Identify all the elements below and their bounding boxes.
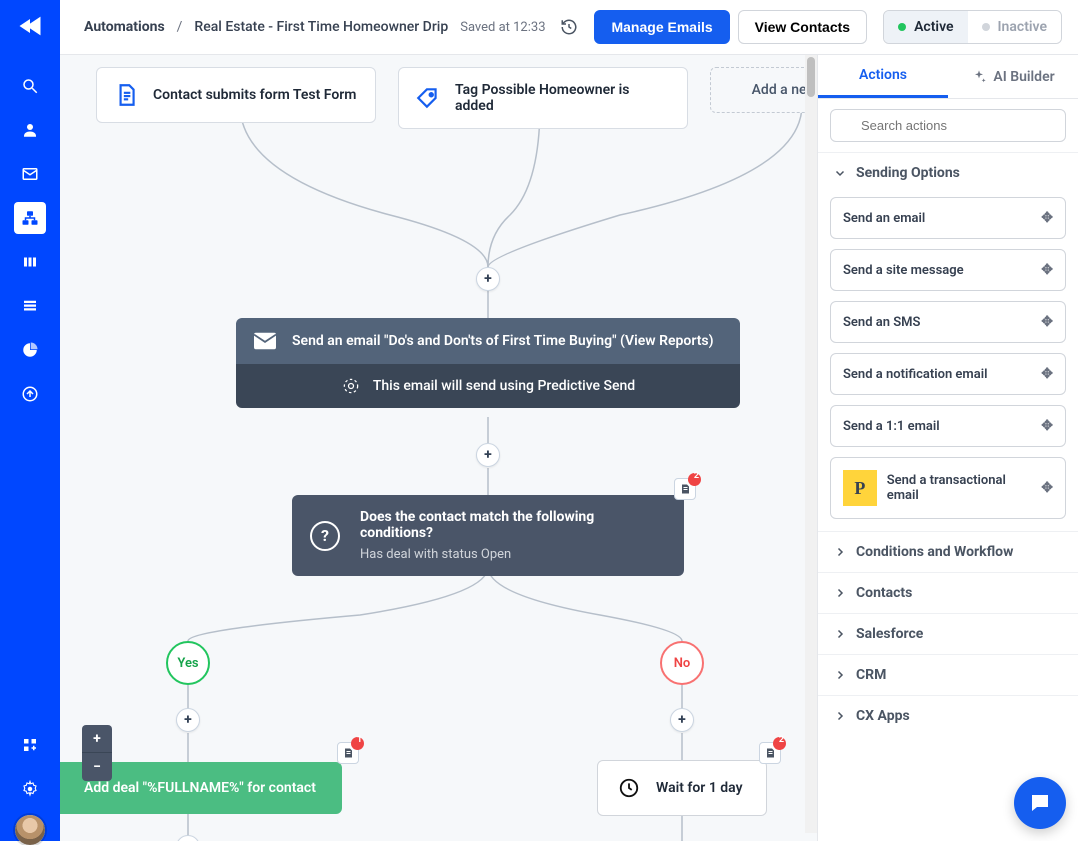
chevron-right-icon (834, 587, 846, 599)
automation-canvas[interactable]: Contact submits form Test Form Tag Possi… (60, 55, 817, 841)
section-salesforce[interactable]: Salesforce (818, 614, 1078, 654)
note-badge[interactable]: 2 (674, 478, 696, 500)
action-send-notification[interactable]: Send a notification email✥ (830, 353, 1066, 395)
section-cx-apps[interactable]: CX Apps (818, 696, 1078, 736)
history-icon[interactable] (560, 18, 578, 36)
question-icon: ? (310, 521, 340, 551)
section-contacts[interactable]: Contacts (818, 573, 1078, 613)
action-send-transactional[interactable]: PSend a transactional email ✥ (830, 457, 1066, 519)
chevron-right-icon (834, 546, 846, 558)
action-send-one-to-one[interactable]: Send a 1:1 email✥ (830, 405, 1066, 447)
zoom-controls: + − (82, 725, 112, 781)
predictive-label: This email will send using Predictive Se… (373, 378, 635, 394)
nav-upload-icon[interactable] (14, 378, 46, 410)
trigger-tag-card[interactable]: Tag Possible Homeowner is added (398, 67, 688, 129)
nav-reports-icon[interactable] (14, 334, 46, 366)
status-inactive[interactable]: Inactive (968, 11, 1061, 43)
condition-block[interactable]: ? Does the contact match the following c… (292, 495, 684, 576)
nav-settings-icon[interactable] (14, 773, 46, 805)
add-trigger-card[interactable]: Add a nev (710, 67, 817, 113)
drag-handle-icon: ✥ (1041, 262, 1053, 278)
wait-block[interactable]: Wait for 1 day (597, 760, 767, 816)
note-badge[interactable]: 2 (759, 742, 781, 764)
wait-label: Wait for 1 day (656, 780, 743, 796)
saved-text: Saved at 12:33 (460, 20, 545, 35)
add-step-plus[interactable]: + (476, 443, 500, 467)
tag-icon (415, 85, 441, 111)
decision-yes[interactable]: Yes (166, 641, 210, 685)
add-deal-label: Add deal "%FULLNAME%" for contact (84, 780, 316, 796)
chat-fab[interactable] (1014, 777, 1066, 829)
breadcrumb-root[interactable]: Automations (84, 19, 165, 35)
condition-sub: Has deal with status Open (360, 547, 666, 562)
zoom-out-button[interactable]: − (82, 753, 112, 781)
mail-icon (254, 332, 276, 350)
nav-deals-icon[interactable] (14, 246, 46, 278)
note-badge[interactable]: 1 (337, 742, 359, 764)
tab-ai-builder[interactable]: AI Builder (948, 55, 1078, 98)
action-send-site-message[interactable]: Send a site message✥ (830, 249, 1066, 291)
action-send-sms[interactable]: Send an SMS✥ (830, 301, 1066, 343)
nav-search-icon[interactable] (14, 70, 46, 102)
trigger-form-card[interactable]: Contact submits form Test Form (96, 67, 376, 123)
manage-emails-button[interactable]: Manage Emails (594, 10, 729, 44)
nav-apps-icon[interactable] (14, 729, 46, 761)
canvas-scrollbar[interactable] (805, 55, 817, 833)
decision-no[interactable]: No (660, 641, 704, 685)
condition-title: Does the contact match the following con… (360, 509, 666, 541)
section-crm[interactable]: CRM (818, 655, 1078, 695)
section-conditions[interactable]: Conditions and Workflow (818, 532, 1078, 572)
trigger-form-label: Contact submits form Test Form (153, 87, 356, 103)
chevron-right-icon (834, 669, 846, 681)
search-actions-input[interactable] (830, 109, 1066, 142)
breadcrumb-sep: / (177, 19, 183, 35)
drag-handle-icon: ✥ (1041, 480, 1053, 496)
send-email-label: Send an email "Do's and Don'ts of First … (292, 333, 714, 349)
drag-handle-icon: ✥ (1041, 210, 1053, 226)
actions-panel: Actions AI Builder Sending Options (817, 55, 1078, 841)
drag-handle-icon: ✥ (1041, 314, 1053, 330)
status-toggle: Active Inactive (883, 10, 1062, 44)
left-nav (0, 0, 60, 841)
topbar: Automations / Real Estate - First Time H… (60, 0, 1078, 55)
tab-actions[interactable]: Actions (818, 55, 948, 98)
nav-campaigns-icon[interactable] (14, 158, 46, 190)
postmark-icon: P (843, 470, 877, 506)
nav-automations-icon[interactable] (14, 202, 46, 234)
predictive-icon (341, 376, 361, 396)
nav-contacts-icon[interactable] (14, 114, 46, 146)
add-step-plus[interactable]: + (670, 708, 694, 732)
nav-lists-icon[interactable] (14, 290, 46, 322)
clock-icon (618, 777, 640, 799)
flow-connectors (60, 55, 817, 841)
app-logo (16, 12, 44, 40)
drag-handle-icon: ✥ (1041, 418, 1053, 434)
chevron-right-icon (834, 628, 846, 640)
add-step-plus[interactable]: + (476, 267, 500, 291)
chevron-down-icon (834, 167, 846, 179)
trigger-tag-label: Tag Possible Homeowner is added (455, 82, 671, 114)
add-step-plus[interactable]: + (176, 708, 200, 732)
drag-handle-icon: ✥ (1041, 366, 1053, 382)
sparkle-icon (971, 69, 987, 85)
zoom-in-button[interactable]: + (82, 725, 112, 753)
breadcrumb-current[interactable]: Real Estate - First Time Homeowner Drip (194, 19, 448, 35)
form-icon (113, 82, 139, 108)
chevron-right-icon (834, 710, 846, 722)
section-sending-options[interactable]: Sending Options (818, 153, 1078, 193)
status-active[interactable]: Active (884, 11, 967, 43)
action-send-email[interactable]: Send an email✥ (830, 197, 1066, 239)
view-contacts-button[interactable]: View Contacts (738, 10, 867, 44)
send-email-block[interactable]: Send an email "Do's and Don'ts of First … (236, 318, 740, 408)
